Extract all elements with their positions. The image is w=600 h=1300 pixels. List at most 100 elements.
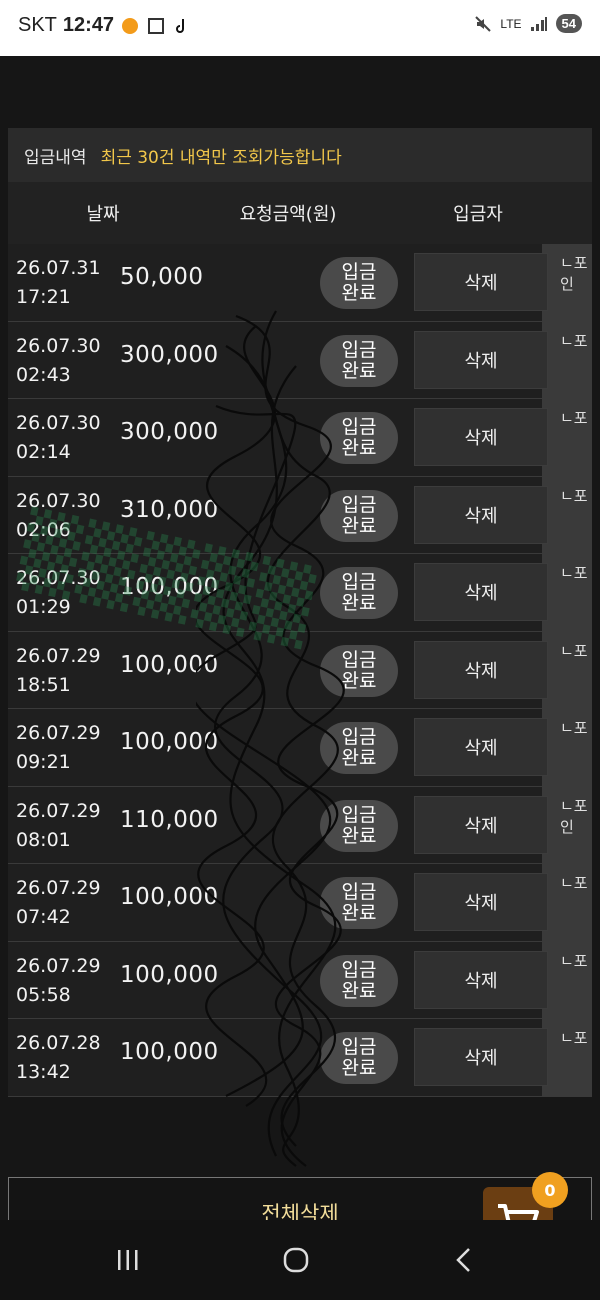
row-status-badge: 입금 완료 — [320, 489, 398, 542]
row-amount: 300,000 — [120, 419, 219, 445]
status-line-2: 완료 — [341, 1057, 377, 1079]
row-datetime: 26.07.29 08:01 — [16, 797, 101, 855]
row-status-badge: 입금 완료 — [320, 722, 398, 774]
row-datetime: 26.07.29 09:21 — [16, 719, 101, 777]
row-status-badge: 입금 완료 — [320, 877, 398, 929]
table-row: 26.07.28 13:42 100,000 입금 완료 삭제 ㄴ포 — [8, 1019, 592, 1097]
row-datetime: 26.07.29 07:42 — [16, 874, 101, 932]
status-line-2: 완료 — [341, 282, 377, 304]
tiktok-icon — [176, 18, 185, 33]
row-point-label: ㄴ포 — [560, 874, 588, 892]
row-date: 26.07.29 — [16, 722, 101, 744]
row-delete-button[interactable]: 삭제 — [414, 1028, 548, 1086]
row-time: 05:58 — [16, 983, 71, 1006]
row-amount: 50,000 — [120, 264, 204, 290]
status-line-2: 완료 — [341, 669, 377, 692]
row-point-label: ㄴ포 — [560, 564, 588, 582]
table-row: 26.07.30 02:43 300,000 입금 완료 삭제 ㄴ포 — [8, 321, 592, 399]
back-icon — [456, 1248, 470, 1272]
table-row: 26.07.30 02:14 300,000 입금 완료 삭제 ㄴ포 — [8, 399, 592, 477]
row-delete-button[interactable]: 삭제 — [414, 640, 548, 699]
back-button[interactable] — [444, 1242, 484, 1278]
row-point-label: ㄴ포 — [560, 1029, 588, 1047]
row-datetime: 26.07.31 17:21 — [16, 254, 101, 312]
column-amount: 요청금액(원) — [239, 204, 337, 225]
status-line-2: 완료 — [341, 592, 377, 614]
table-row: 26.07.31 17:21 50,000 입금 완료 삭제 ㄴ포인 — [8, 244, 592, 322]
row-delete-button[interactable]: 삭제 — [414, 485, 548, 544]
panel-note: 최근 30건 내역만 조회가능합니다 — [100, 147, 342, 168]
deposit-history-panel: 입금내역 최근 30건 내역만 조회가능합니다 날짜 요청금액(원) 입금자 2… — [8, 128, 592, 1097]
row-amount: 100,000 — [120, 651, 219, 678]
recent-apps-button[interactable] — [108, 1242, 148, 1278]
home-icon — [283, 1247, 309, 1273]
row-delete-button[interactable]: 삭제 — [414, 795, 548, 854]
row-status-badge: 입금 완료 — [320, 954, 398, 1007]
home-button[interactable] — [276, 1242, 316, 1278]
battery-indicator: 54 — [555, 14, 582, 33]
table-row: 26.07.29 05:58 100,000 입금 완료 삭제 ㄴ포 — [8, 941, 592, 1019]
row-delete-button[interactable]: 삭제 — [414, 408, 548, 466]
row-delete-button[interactable]: 삭제 — [414, 253, 548, 311]
row-point-label: ㄴ포 — [560, 486, 588, 505]
row-delete-button[interactable]: 삭제 — [414, 330, 548, 389]
row-date: 26.07.30 — [16, 412, 101, 434]
row-point-label: ㄴ포 — [560, 641, 588, 660]
row-time: 09:21 — [16, 751, 71, 773]
deposit-rows: 26.07.31 17:21 50,000 입금 완료 삭제 ㄴ포인 26.07.30 02:4… — [8, 244, 592, 1097]
row-amount: 100,000 — [120, 961, 219, 988]
row-date: 26.07.28 — [16, 1032, 101, 1054]
status-line-1: 입금 — [341, 493, 377, 516]
status-line-2: 완료 — [341, 979, 377, 1002]
panel-header: 입금내역 최근 30건 내역만 조회가능합니다 — [8, 128, 592, 182]
row-datetime: 26.07.28 13:42 — [16, 1029, 101, 1087]
table-header: 날짜 요청금액(원) 입금자 — [8, 182, 592, 244]
row-amount: 100,000 — [120, 729, 219, 755]
row-point-label: ㄴ포 — [560, 331, 588, 350]
status-bar: SKT 12:47 LTE 54 — [0, 0, 600, 56]
status-line-1: 입금 — [341, 648, 377, 671]
row-status-badge: 입금 완료 — [320, 412, 398, 464]
row-delete-button[interactable]: 삭제 — [414, 563, 548, 621]
status-line-1: 입금 — [341, 958, 377, 981]
row-status-badge: 입금 완료 — [320, 334, 398, 387]
row-time: 07:42 — [16, 906, 71, 928]
row-datetime: 26.07.30 02:14 — [16, 409, 101, 467]
row-status-badge: 입금 완료 — [320, 1032, 398, 1084]
row-date: 26.07.31 — [16, 257, 101, 279]
row-datetime: 26.07.30 02:43 — [16, 332, 101, 390]
row-amount: 100,000 — [120, 574, 219, 600]
row-delete-button[interactable]: 삭제 — [414, 873, 548, 931]
row-time: 02:14 — [16, 441, 71, 463]
status-line-1: 입금 — [341, 261, 377, 283]
row-time: 17:21 — [16, 286, 71, 308]
app-notification-icon — [122, 17, 139, 34]
row-datetime: 26.07.29 18:51 — [16, 642, 101, 700]
status-line-2: 완료 — [341, 514, 377, 537]
row-status-badge: 입금 완료 — [320, 567, 398, 619]
status-line-2: 완료 — [341, 902, 377, 924]
system-nav-bar — [0, 1220, 600, 1300]
row-time: 02:43 — [16, 363, 71, 386]
row-time: 13:42 — [16, 1061, 71, 1083]
row-date: 26.07.30 — [16, 489, 101, 512]
row-delete-button[interactable]: 삭제 — [414, 950, 548, 1009]
table-row: 26.07.29 09:21 100,000 입금 완료 삭제 ㄴ포 — [8, 709, 592, 787]
clock: 12:47 — [62, 14, 115, 36]
table-row: 26.07.30 01:29 100,000 입금 완료 삭제 ㄴ포 — [8, 554, 592, 632]
panel-title: 입금내역 — [24, 147, 87, 168]
row-time: 01:29 — [16, 596, 71, 618]
column-date: 날짜 — [86, 204, 120, 225]
signal-icon — [530, 16, 547, 31]
row-point-label: ㄴ포인 — [560, 796, 588, 836]
row-amount: 100,000 — [120, 1039, 219, 1065]
status-line-2: 완료 — [341, 359, 377, 382]
row-date: 26.07.29 — [16, 644, 101, 667]
row-point-label: ㄴ포 — [560, 719, 588, 737]
row-delete-button[interactable]: 삭제 — [414, 718, 548, 776]
status-line-1: 입금 — [341, 803, 377, 826]
table-row: 26.07.29 07:42 100,000 입금 완료 삭제 ㄴ포 — [8, 864, 592, 942]
column-depositor: 입금자 — [453, 204, 503, 225]
recent-apps-icon — [118, 1250, 138, 1270]
table-row: 26.07.29 18:51 100,000 입금 완료 삭제 ㄴ포 — [8, 631, 592, 709]
